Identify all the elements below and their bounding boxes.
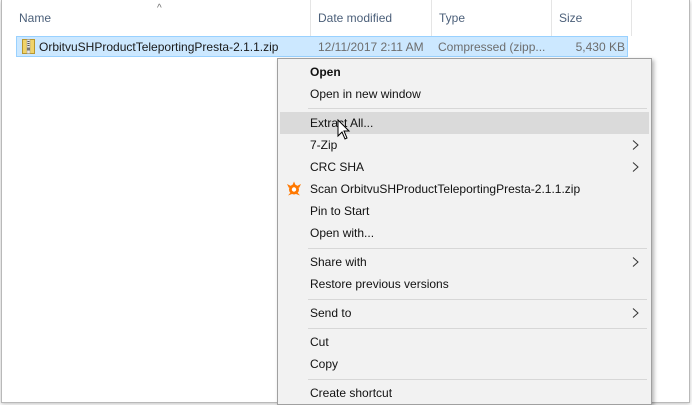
avast-icon xyxy=(286,181,302,197)
zip-folder-icon xyxy=(22,39,35,54)
file-row[interactable]: OrbitvuSHProductTeleportingPresta-2.1.1.… xyxy=(16,36,628,57)
context-menu: Open Open in new window Extract All... 7… xyxy=(277,58,652,405)
menu-item-open-new-window[interactable]: Open in new window xyxy=(280,83,649,105)
menu-item-label: Open with... xyxy=(310,226,375,240)
menu-separator xyxy=(308,248,647,249)
menu-separator xyxy=(308,299,647,300)
column-divider xyxy=(631,0,632,36)
menu-item-label: Copy xyxy=(310,357,339,371)
chevron-right-icon xyxy=(632,257,639,267)
menu-item-send-to[interactable]: Send to xyxy=(280,302,649,324)
menu-item-open-with[interactable]: Open with... xyxy=(280,222,649,244)
column-type-header[interactable]: Type xyxy=(431,0,551,36)
chevron-right-icon xyxy=(632,140,639,150)
menu-item-label: Pin to Start xyxy=(310,204,370,218)
menu-item-7zip[interactable]: 7-Zip xyxy=(280,134,649,156)
column-date-modified-header[interactable]: Date modified xyxy=(310,0,431,36)
menu-separator xyxy=(308,328,647,329)
menu-item-label: Cut xyxy=(310,335,329,349)
chevron-right-icon xyxy=(632,308,639,318)
menu-item-cut[interactable]: Cut xyxy=(280,331,649,353)
menu-item-crc-sha[interactable]: CRC SHA xyxy=(280,156,649,178)
menu-item-label: Scan OrbitvuSHProductTeleportingPresta-2… xyxy=(310,182,581,196)
mouse-pointer-icon xyxy=(337,119,351,140)
menu-item-label: Share with xyxy=(310,255,367,269)
menu-item-copy[interactable]: Copy xyxy=(280,353,649,375)
menu-item-share-with[interactable]: Share with xyxy=(280,251,649,273)
file-type: Compressed (zipp... xyxy=(438,40,546,54)
menu-item-scan-avast[interactable]: Scan OrbitvuSHProductTeleportingPresta-2… xyxy=(280,178,649,200)
chevron-right-icon xyxy=(632,162,639,172)
menu-item-create-shortcut[interactable]: Create shortcut xyxy=(280,382,649,404)
menu-separator xyxy=(308,379,647,380)
menu-item-label: Restore previous versions xyxy=(310,277,449,291)
menu-item-open[interactable]: Open xyxy=(280,61,649,83)
file-size: 5,430 KB xyxy=(575,40,625,54)
menu-separator xyxy=(308,108,647,109)
column-name-header[interactable]: Name xyxy=(12,0,312,36)
menu-item-restore-previous-versions[interactable]: Restore previous versions xyxy=(280,273,649,295)
menu-item-label: Create shortcut xyxy=(310,386,393,400)
menu-item-extract-all[interactable]: Extract All... xyxy=(280,112,649,134)
file-date-modified: 12/11/2017 2:11 AM xyxy=(318,40,424,54)
column-header: ^ Name Date modified Type Size xyxy=(2,0,689,36)
menu-item-label: CRC SHA xyxy=(310,160,365,174)
file-name: OrbitvuSHProductTeleportingPresta-2.1.1.… xyxy=(39,40,279,54)
menu-item-label: Open in new window xyxy=(310,87,421,101)
menu-item-label: Send to xyxy=(310,306,352,320)
column-size-header[interactable]: Size xyxy=(551,0,631,36)
menu-item-pin-to-start[interactable]: Pin to Start xyxy=(280,200,649,222)
menu-item-label: 7-Zip xyxy=(310,138,338,152)
menu-item-label: Open xyxy=(310,65,341,79)
